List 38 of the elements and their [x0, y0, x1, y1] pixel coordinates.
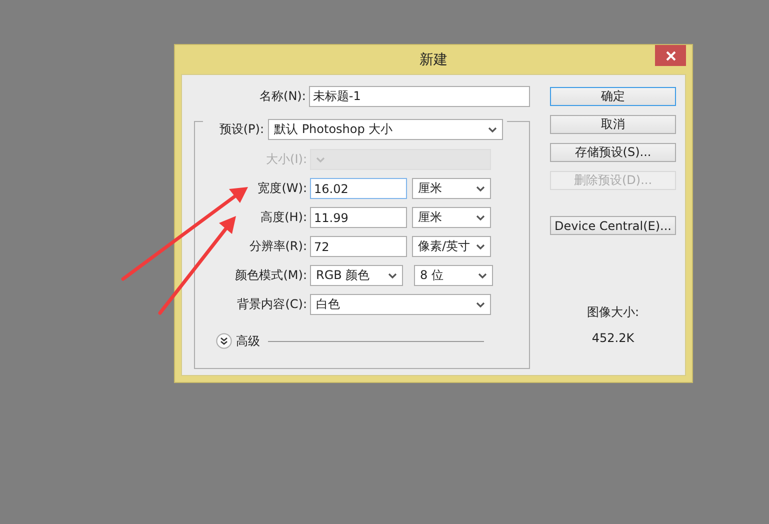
dialog-button[interactable]: 取消	[550, 115, 676, 134]
dropdown[interactable]: 白色	[310, 294, 491, 315]
advanced-label: 高级	[236, 332, 260, 350]
window-title: 新建	[420, 50, 448, 68]
chevron-down-icon	[478, 272, 487, 278]
chevron-down-icon	[488, 126, 497, 132]
dropdown[interactable]: 厘米	[412, 178, 491, 199]
chevron-down-icon	[476, 214, 485, 220]
field-label: 预设(P):	[218, 121, 264, 138]
dropdown[interactable]: 像素/英寸	[412, 236, 491, 257]
close-icon	[666, 50, 676, 60]
chevron-down-icon	[476, 186, 485, 192]
chevron-down-icon	[476, 302, 485, 308]
expand-icon[interactable]	[216, 333, 232, 349]
dialog-button[interactable]: 存储预设(S)...	[550, 143, 676, 162]
image-size-label: 图像大小:	[586, 304, 640, 321]
name-field[interactable]: 未标题-1	[308, 86, 530, 107]
dropdown[interactable]: 8 位	[414, 265, 493, 286]
close-button[interactable]	[655, 45, 686, 66]
field-label: 分辨率(R):	[248, 238, 307, 255]
image-size-value: 452.2K	[592, 331, 634, 345]
number-field[interactable]: 72	[310, 236, 407, 257]
dropdown[interactable]: RGB 颜色	[310, 265, 403, 286]
dialog-button[interactable]: Device Central(E)...	[550, 216, 676, 235]
number-field[interactable]: 11.99	[310, 207, 407, 228]
preset-select[interactable]: 默认 Photoshop 大小	[268, 119, 503, 140]
chevron-down-icon	[316, 156, 325, 162]
number-field[interactable]: 16.02	[310, 178, 407, 199]
chevron-down-icon	[476, 244, 485, 250]
field-label: 高度(H):	[260, 209, 307, 226]
dropdown[interactable]: 厘米	[412, 207, 491, 228]
field-label: 名称(N):	[258, 88, 306, 105]
chevron-down-icon	[388, 272, 397, 278]
dialog-button[interactable]: 确定	[550, 87, 676, 106]
field-label: 背景内容(C):	[236, 296, 307, 313]
field-label: 颜色模式(M):	[234, 267, 307, 284]
field-label: 宽度(W):	[256, 180, 307, 197]
field-label: 大小(I):	[265, 151, 307, 168]
